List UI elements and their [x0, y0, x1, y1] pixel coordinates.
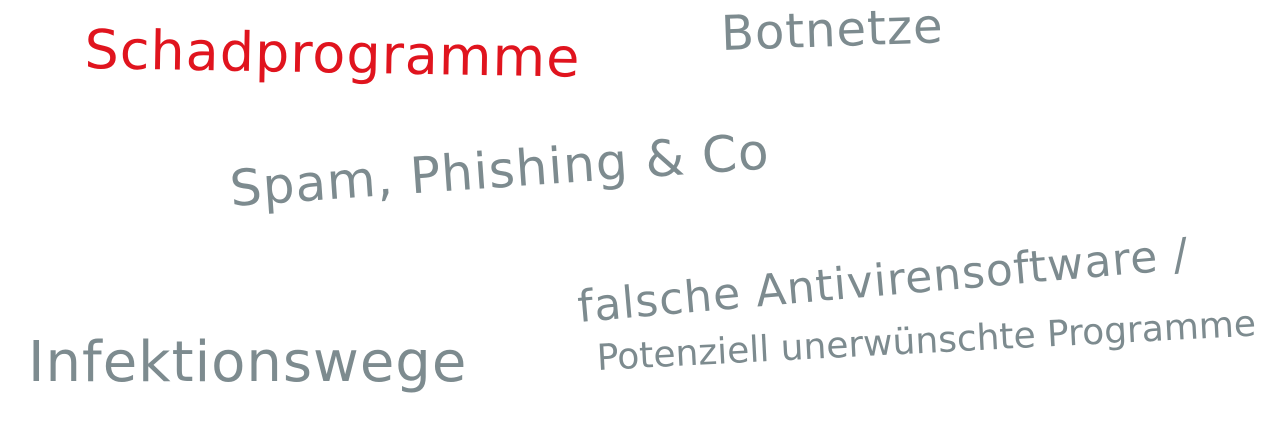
note-schadprogramme: Schadprogramme [84, 18, 581, 90]
note-infektionswege: Infektionswege [28, 330, 468, 395]
note-spam-phishing: Spam, Phishing & Co [227, 122, 772, 218]
note-botnetze: Botnetze [720, 0, 945, 62]
